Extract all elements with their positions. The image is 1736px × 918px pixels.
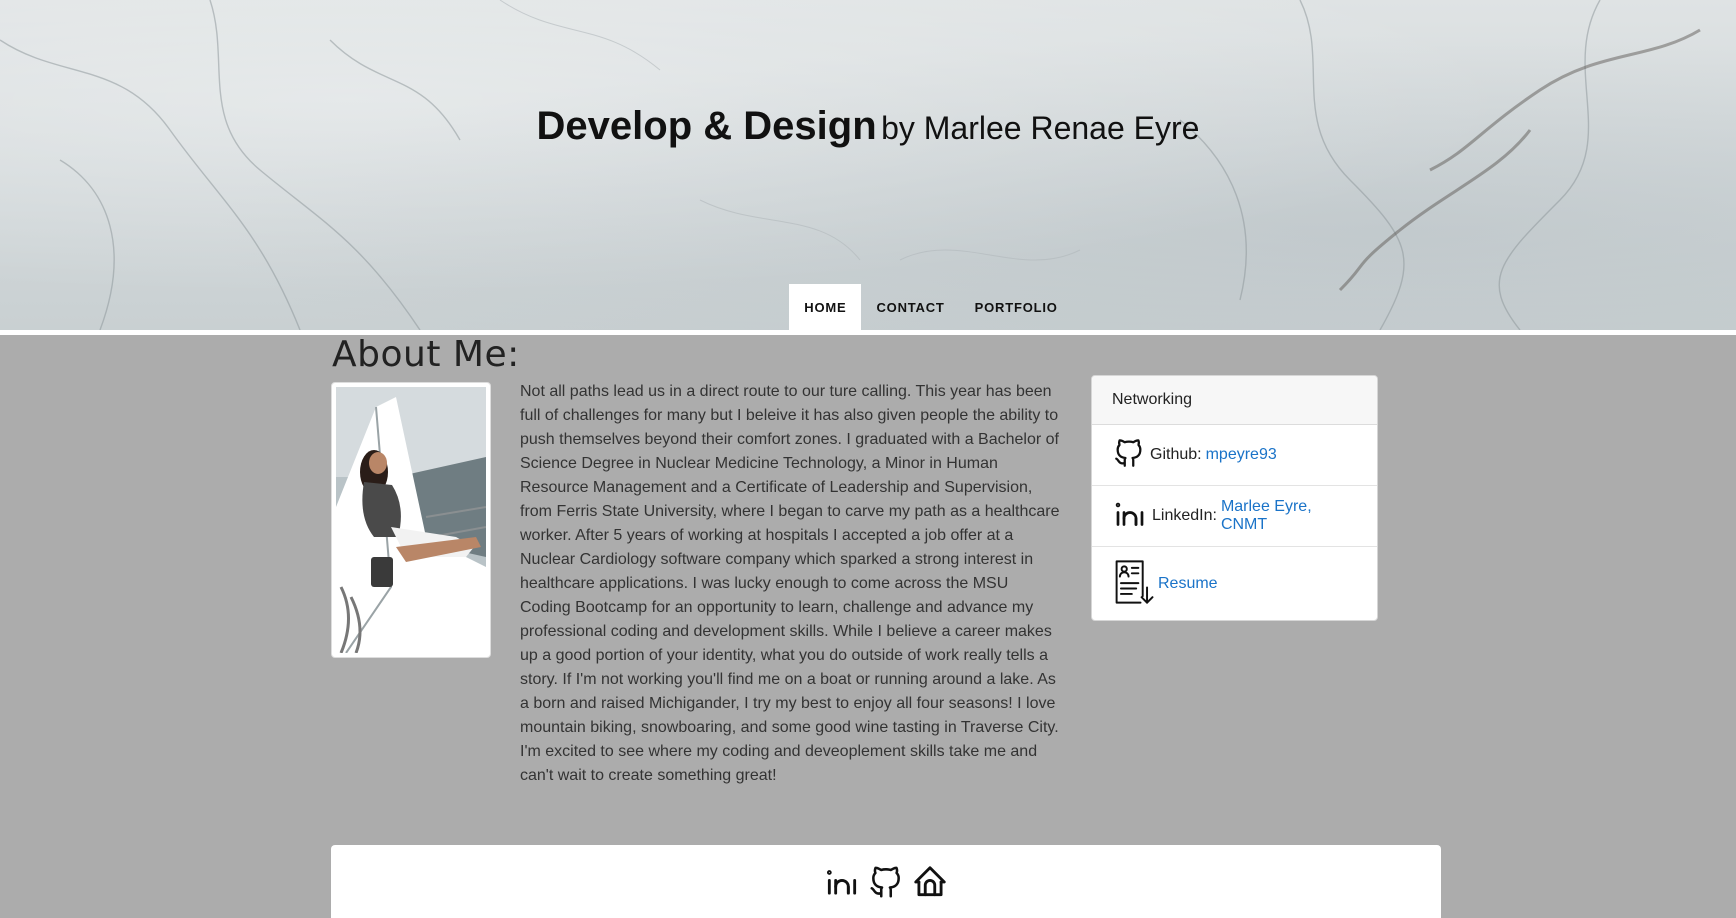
networking-card: Networking Github: mpeyre93 LinkedIn: Ma… [1091,375,1378,621]
site-title-byline: by Marlee Renae Eyre [881,110,1200,146]
main-nav: HOME CONTACT PORTFOLIO [0,284,1736,330]
nav-contact-tab[interactable]: CONTACT [861,284,959,330]
github-icon[interactable] [867,863,905,906]
resume-link[interactable]: Resume [1158,575,1218,593]
about-bio-text: Not all paths lead us in a direct route … [520,383,1060,784]
about-heading: About Me: [332,334,520,375]
github-label: Github: [1150,446,1202,463]
resume-row: Resume [1092,547,1377,620]
home-icon[interactable] [911,863,949,906]
github-link[interactable]: mpeyre93 [1206,446,1277,464]
github-icon [1112,435,1146,476]
site-title-main: Develop & Design [536,104,877,148]
nav-home-tab[interactable]: HOME [789,284,862,330]
profile-photo-image [336,387,486,653]
networking-card-header: Networking [1092,376,1377,425]
marble-texture [0,0,1701,330]
linkedin-label: LinkedIn: [1152,507,1217,524]
profile-photo [331,382,491,658]
nav-portfolio-tab[interactable]: PORTFOLIO [960,284,1073,330]
hero-divider [0,330,1736,335]
linkedin-link[interactable]: Marlee Eyre, CNMT [1221,498,1357,534]
resume-icon [1112,557,1156,612]
linkedin-icon [1112,496,1148,537]
github-row: Github: mpeyre93 [1092,425,1377,486]
footer-icons [331,863,1441,906]
footer-bar [331,845,1441,918]
linkedin-row: LinkedIn: Marlee Eyre, CNMT [1092,486,1377,547]
hero-banner: Develop & Design by Marlee Renae Eyre HO… [0,0,1736,330]
linkedin-icon[interactable] [823,863,861,906]
site-title: Develop & Design by Marlee Renae Eyre [0,104,1736,149]
